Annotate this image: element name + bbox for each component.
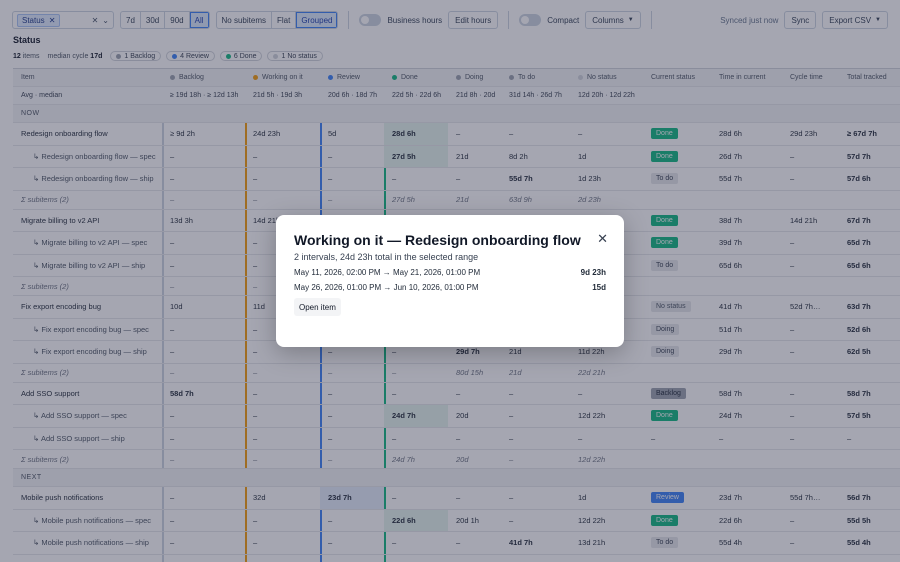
interval-duration: 9d 23h — [580, 268, 606, 277]
close-icon[interactable]: ✕ — [597, 231, 608, 247]
interval-range: May 11, 2026, 02:00 PM → May 21, 2026, 0… — [294, 268, 481, 277]
interval-range: May 26, 2026, 01:00 PM → Jun 10, 2026, 0… — [294, 283, 479, 292]
interval-dialog: Working on it — Redesign onboarding flow… — [276, 215, 624, 347]
interval-row: May 26, 2026, 01:00 PM → Jun 10, 2026, 0… — [294, 283, 606, 292]
dialog-title: Working on it — Redesign onboarding flow — [294, 232, 581, 248]
interval-duration: 15d — [592, 283, 606, 292]
open-item-button[interactable]: Open item — [294, 298, 341, 316]
dialog-subtitle: 2 intervals, 24d 23h total in the select… — [294, 252, 479, 262]
interval-row: May 11, 2026, 02:00 PM → May 21, 2026, 0… — [294, 268, 606, 277]
